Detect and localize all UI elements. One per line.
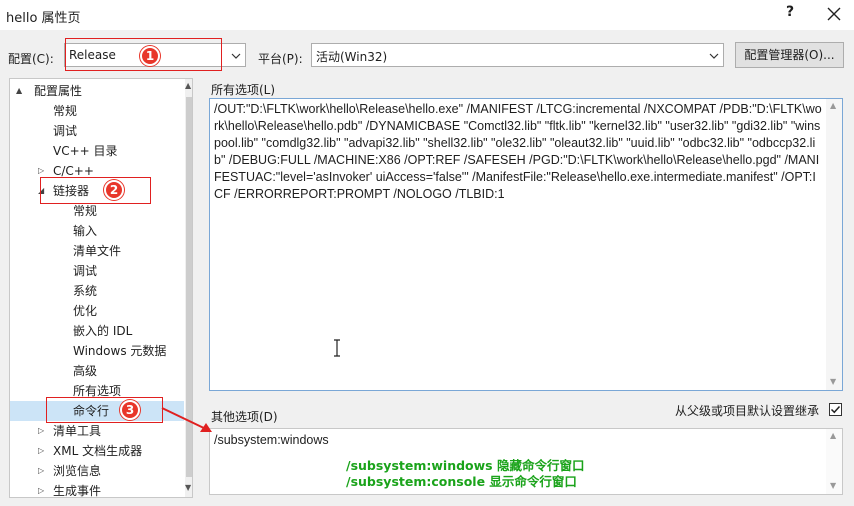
chevron-down-icon [709,50,719,60]
tree-item-linker-general[interactable]: 常规 [73,201,97,221]
collapse-icon[interactable]: ▲ [16,81,22,101]
all-options-textbox[interactable]: /OUT:"D:\FLTK\work\hello\Release\hello.e… [209,98,843,391]
tree-item-debugging[interactable]: 调试 [53,121,77,141]
tree-item-label: 配置属性 [34,84,83,98]
tree-item-vc-dirs[interactable]: VC++ 目录 [53,141,118,161]
window-title: hello 属性页 [6,11,81,26]
config-manager-button[interactable]: 配置管理器(O)... [735,42,844,68]
tree-item-browse-info[interactable]: ▷ 浏览信息 [10,461,184,481]
highlight-box-linker [40,177,151,204]
highlight-box-command-line [46,397,163,423]
tree-item-linker-input[interactable]: 输入 [73,221,97,241]
platform-select-value: 活动(Win32) [316,50,388,64]
platform-label: 平台(P): [258,52,303,66]
title-bar: hello 属性页 ? [0,0,854,30]
scroll-up-icon[interactable]: ▲ [830,101,836,110]
help-button[interactable]: ? [780,4,800,26]
scroll-up-icon[interactable]: ▲ [185,81,191,90]
chevron-down-icon [231,50,241,60]
tree-item-linker-optimization[interactable]: 优化 [73,301,97,321]
text-cursor-icon [332,339,342,360]
other-options-value: /subsystem:windows [214,433,329,447]
badge-3: 3 [120,400,140,420]
note-subsystem-console: /subsystem:console 显示命令行窗口 [346,474,577,489]
platform-select[interactable]: 活动(Win32) [311,43,724,67]
all-options-scrollbar[interactable]: ▲ ▼ [826,99,842,390]
scroll-down-icon[interactable]: ▼ [830,377,836,386]
inherit-label: 从父级或项目默认设置继承 [675,404,820,418]
expand-icon[interactable]: ▷ [38,421,44,441]
scroll-down-icon[interactable]: ▼ [830,481,836,490]
close-icon[interactable] [822,2,846,26]
all-options-label: 所有选项(L) [211,83,276,97]
config-label: 配置(C): [8,52,54,66]
tree-item-linker-embedded-idl[interactable]: 嵌入的 IDL [73,321,132,341]
scroll-down-icon[interactable]: ▼ [185,483,191,492]
other-options-label: 其他选项(D) [211,410,278,424]
tree-item-linker-manifest[interactable]: 清单文件 [73,241,121,261]
tree-item-label: 清单工具 [53,424,102,438]
tree-item-linker-debugging[interactable]: 调试 [73,261,97,281]
tree-item-label: XML 文档生成器 [53,444,143,458]
tree-item-label: 生成事件 [53,484,102,498]
tree-item-build-events[interactable]: ▷ 生成事件 [10,481,184,498]
arrow-annotation-icon [161,407,212,432]
tree-item-manifest-tool[interactable]: ▷ 清单工具 [10,421,184,441]
expand-icon[interactable]: ▷ [38,461,44,481]
tree-item-config-props[interactable]: ▲ 配置属性 [10,81,184,101]
tree-item-linker-system[interactable]: 系统 [73,281,97,301]
all-options-text: /OUT:"D:\FLTK\work\hello\Release\hello.e… [214,102,822,201]
tree-item-linker-advanced[interactable]: 高级 [73,361,97,381]
tree-item-linker-windows-metadata[interactable]: Windows 元数据 [73,341,166,361]
tree-item-label: 浏览信息 [53,464,102,478]
other-options-scrollbar[interactable]: ▲ ▼ [826,429,842,494]
scroll-up-icon[interactable]: ▲ [830,431,836,440]
expand-icon[interactable]: ▷ [38,441,44,461]
badge-2: 2 [104,180,124,200]
badge-1: 1 [140,46,160,66]
tree-item-general[interactable]: 常规 [53,101,77,121]
tree-item-xml-doc[interactable]: ▷ XML 文档生成器 [10,441,184,461]
inherit-checkbox[interactable] [829,403,842,416]
other-options-textbox[interactable]: /subsystem:windows ▲ ▼ /subsystem:window… [209,428,843,495]
expand-icon[interactable]: ▷ [38,481,44,497]
